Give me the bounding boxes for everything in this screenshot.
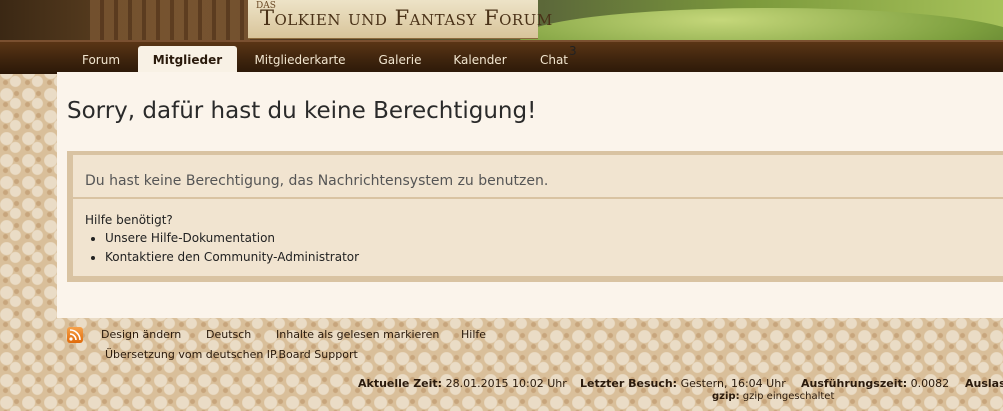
header-banner: DAS Tolkien und Fantasy Forum xyxy=(0,0,1003,40)
translation-credit[interactable]: Übersetzung vom deutschen IP.Board Suppo… xyxy=(105,348,358,361)
banner-building-art xyxy=(90,0,250,40)
stat-exec-time-value: 0.0082 xyxy=(910,377,950,390)
footer-link-mark-read[interactable]: Inhalte als gelesen markieren xyxy=(276,328,439,341)
footer-link-help[interactable]: Hilfe xyxy=(461,328,486,341)
banner-landscape-art xyxy=(520,8,1003,40)
tab-galerie[interactable]: Galerie xyxy=(366,48,434,74)
stat-last-visit-label: Letzter Besuch: xyxy=(580,377,678,390)
help-links-list: Unsere Hilfe-Dokumentation Kontaktiere d… xyxy=(85,229,359,267)
gzip-value: gzip eingeschaltet xyxy=(742,391,835,402)
gzip-status: gzip: gzip eingeschaltet xyxy=(712,391,834,402)
rss-icon[interactable] xyxy=(67,327,83,343)
stat-exec-time: Ausführungszeit: 0.0082 xyxy=(801,377,949,390)
stat-truncated: Auslas xyxy=(965,377,1003,390)
stat-truncated-label: Auslas xyxy=(965,377,1003,390)
tab-mitglieder[interactable]: Mitglieder xyxy=(138,46,237,74)
main-content: Sorry, dafür hast du keine Berechtigung!… xyxy=(57,72,1003,318)
tab-mitgliederkarte[interactable]: Mitgliederkarte xyxy=(244,48,356,74)
error-divider xyxy=(73,197,1003,199)
stat-last-visit: Letzter Besuch: Gestern, 16:04 Uhr xyxy=(580,377,786,390)
footer-link-language[interactable]: Deutsch xyxy=(206,328,251,341)
error-message: Du hast keine Berechtigung, das Nachrich… xyxy=(85,173,549,189)
stat-last-visit-value: Gestern, 16:04 Uhr xyxy=(680,377,786,390)
stat-exec-time-label: Ausführungszeit: xyxy=(801,377,908,390)
page-title: Sorry, dafür hast du keine Berechtigung! xyxy=(67,98,537,124)
help-link-contact-admin[interactable]: Kontaktiere den Community-Administrator xyxy=(105,248,359,267)
logo-title: Tolkien und Fantasy Forum xyxy=(260,6,553,30)
stat-current-time-value: 28.01.2015 10:02 Uhr xyxy=(445,377,567,390)
footer-link-design[interactable]: Design ändern xyxy=(101,328,181,341)
stat-current-time: Aktuelle Zeit: 28.01.2015 10:02 Uhr xyxy=(358,377,567,390)
error-box: Du hast keine Berechtigung, das Nachrich… xyxy=(67,151,1003,282)
main-nav: Forum Mitglieder Mitgliederkarte Galerie… xyxy=(0,40,1003,74)
help-link-documentation[interactable]: Unsere Hilfe-Dokumentation xyxy=(105,229,359,248)
tab-kalender[interactable]: Kalender xyxy=(442,48,518,74)
chat-count-badge: 3 xyxy=(569,44,577,58)
stat-current-time-label: Aktuelle Zeit: xyxy=(358,377,443,390)
help-heading: Hilfe benötigt? xyxy=(85,213,173,227)
gzip-label: gzip: xyxy=(712,391,740,402)
error-box-inner: Du hast keine Berechtigung, das Nachrich… xyxy=(73,155,1003,276)
tab-forum[interactable]: Forum xyxy=(68,48,134,74)
forum-logo[interactable]: DAS Tolkien und Fantasy Forum xyxy=(248,0,552,39)
